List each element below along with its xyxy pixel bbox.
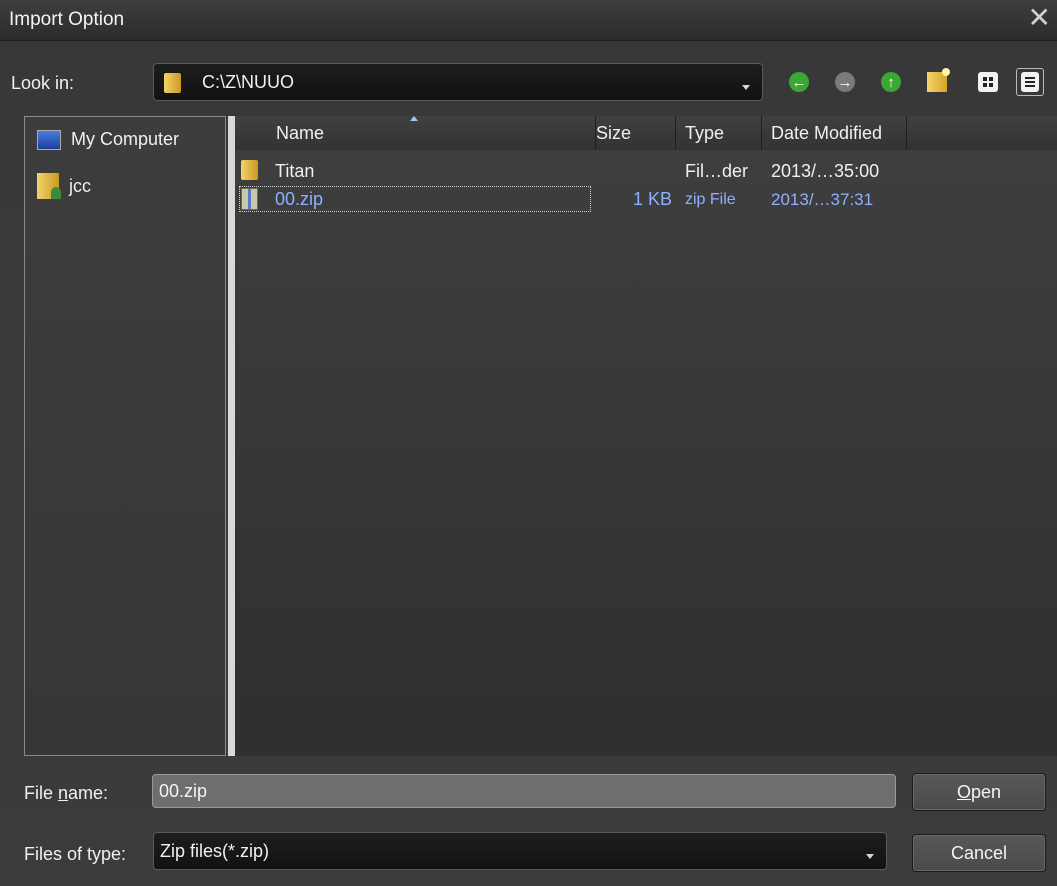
place-my-computer[interactable]: My Computer [37, 129, 179, 150]
column-name[interactable]: Name [267, 116, 596, 150]
file-name-value: 00.zip [159, 780, 208, 801]
chevron-down-icon [742, 85, 750, 90]
open-button[interactable]: Open [912, 773, 1046, 811]
dialog-title: Import Option [9, 9, 125, 30]
open-button-accel: O [956, 781, 971, 802]
file-row[interactable]: 00.zip 1 KB zip File 2013/…37:31 [235, 186, 1057, 212]
folder-icon [241, 160, 258, 180]
list-view-icon [978, 72, 998, 92]
back-button[interactable]: ← [785, 68, 813, 96]
forward-arrow-icon: → [835, 72, 855, 92]
user-folder-icon [37, 173, 61, 199]
file-type: zip File [685, 191, 736, 208]
look-in-path: C:\Z\NUUO [202, 72, 294, 92]
back-arrow-icon: ← [789, 72, 809, 92]
files-of-type-dropdown[interactable]: Zip files(*.zip) [153, 832, 887, 870]
file-list-header: Name Size Type Date Modified [235, 116, 1057, 150]
folder-icon [164, 73, 181, 93]
file-name: Titan [275, 161, 315, 181]
list-view-button[interactable] [974, 68, 1002, 96]
details-view-icon [1021, 72, 1039, 92]
file-name: 00.zip [275, 189, 324, 209]
up-folder-icon: ↑ [881, 72, 901, 92]
new-folder-icon [927, 68, 950, 92]
file-list: Name Size Type Date Modified Titan Fil…d… [235, 116, 1057, 756]
zip-file-icon [241, 188, 258, 210]
open-button-label: pen [970, 781, 1002, 802]
file-size: 1 KB [633, 189, 673, 209]
file-name-label-part: ame: [68, 783, 109, 803]
cancel-button[interactable]: Cancel [912, 834, 1046, 872]
file-name-label-accel: n [58, 783, 69, 803]
look-in-label: Look in: [11, 73, 75, 93]
file-type: Fil…der [685, 161, 749, 181]
place-label: My Computer [71, 129, 180, 149]
up-folder-button[interactable]: ↑ [877, 68, 905, 96]
computer-icon [37, 129, 61, 150]
column-date-modified-label: Date Modified [771, 122, 883, 143]
file-modified: 2013/…37:31 [771, 190, 874, 209]
column-size-label: Size [596, 122, 632, 143]
sort-ascending-icon [410, 116, 418, 121]
file-name-label-part: File [24, 783, 59, 803]
details-view-button[interactable] [1016, 68, 1044, 96]
column-size[interactable]: Size [587, 116, 676, 150]
place-jcc[interactable]: jcc [37, 173, 91, 199]
file-name-input[interactable]: 00.zip [152, 774, 896, 808]
chevron-down-icon [866, 854, 874, 859]
title-bar: Import Option ✕ [0, 0, 1057, 41]
cancel-button-label: Cancel [950, 842, 1008, 863]
file-name-label: File name: [24, 783, 108, 804]
place-label: jcc [69, 175, 91, 196]
import-option-dialog: Import Option ✕ Look in: C:\Z\NUUO ← → ↑ [0, 0, 1057, 886]
places-bar: My Computer jcc [24, 116, 226, 756]
pane-splitter[interactable] [228, 116, 235, 756]
new-folder-button[interactable] [923, 68, 951, 96]
column-type-label: Type [685, 122, 725, 143]
column-name-label: Name [276, 122, 325, 143]
file-row[interactable]: Titan Fil…der 2013/…35:00 [235, 158, 1057, 184]
column-type[interactable]: Type [676, 116, 762, 150]
files-of-type-value: Zip files(*.zip) [160, 841, 270, 861]
look-in-dropdown[interactable]: C:\Z\NUUO [153, 63, 763, 101]
close-icon[interactable]: ✕ [1028, 4, 1051, 32]
files-of-type-label: Files of type: [24, 844, 127, 864]
column-date-modified[interactable]: Date Modified [762, 116, 907, 150]
forward-button[interactable]: → [831, 68, 859, 96]
file-modified: 2013/…35:00 [771, 161, 880, 181]
